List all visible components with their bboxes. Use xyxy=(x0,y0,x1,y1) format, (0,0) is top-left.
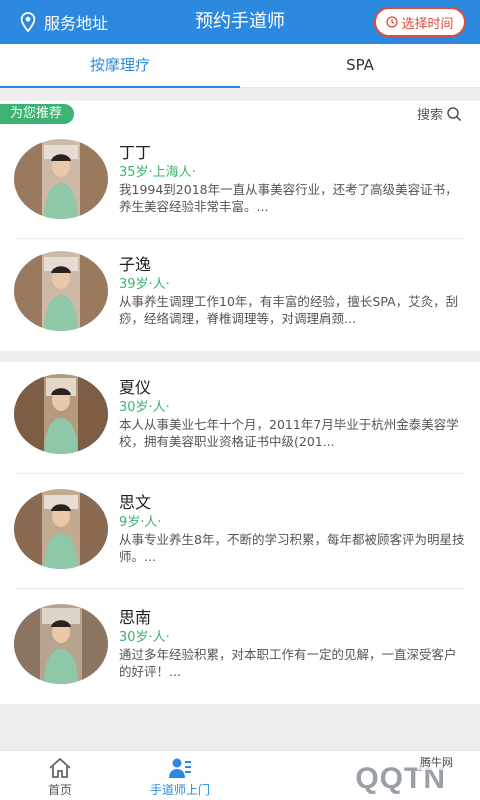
nav-home-label: 首页 xyxy=(47,783,72,797)
therapist-meta: 30岁·人· xyxy=(119,630,170,645)
tab-spa[interactable]: SPA xyxy=(240,44,480,87)
therapist-meta: 30岁·人· xyxy=(119,400,170,415)
clock-icon xyxy=(386,16,399,28)
therapist-desc: 通过多年经验积累，对本职工作有一定的见解，一直深受客户的好评！... xyxy=(119,647,457,679)
therapist-card[interactable]: 思文 9岁·人· 从事专业养生8年，不断的学习积累，每年都被顾客评为明星技师。.… xyxy=(0,477,480,589)
therapist-desc: 我1994到2018年一直从事美容行业，还考了高级美容证书，养生美容经验非常丰富… xyxy=(119,182,458,214)
divider-band xyxy=(0,351,480,362)
therapist-avatar xyxy=(14,139,108,219)
service-address-button[interactable]: 服务地址 xyxy=(20,0,108,44)
therapist-photo xyxy=(14,251,108,331)
therapist-name: 丁丁 xyxy=(119,143,152,162)
therapist-card[interactable]: 丁丁 35岁·上海人· 我1994到2018年一直从事美容行业，还考了高级美容证… xyxy=(0,127,480,239)
tab-massage[interactable]: 按摩理疗 xyxy=(0,44,240,88)
therapist-photo xyxy=(14,604,108,684)
therapist-avatar xyxy=(14,251,108,331)
select-time-button[interactable]: 选择时间 xyxy=(374,7,466,37)
therapist-card[interactable]: 夏仪 30岁·人· 本人从事美业七年十个月，2011年7月毕业于杭州金泰美容学校… xyxy=(0,362,480,474)
therapist-card[interactable]: 子逸 39岁·人· 从事养生调理工作10年，有丰富的经验，擅长SPA，艾灸，刮痧… xyxy=(0,239,480,351)
therapist-name: 思南 xyxy=(119,608,152,627)
therapist-desc: 从事专业养生8年，不断的学习积累，每年都被顾客评为明星技师。... xyxy=(119,532,465,564)
therapist-name: 思文 xyxy=(119,493,152,512)
therapist-desc: 从事养生调理工作10年，有丰富的经验，擅长SPA，艾灸，刮痧，经络调理，脊椎调理… xyxy=(119,294,459,326)
therapist-photo xyxy=(14,374,108,454)
search-label: 搜索 xyxy=(416,108,443,123)
therapist-avatar xyxy=(14,604,108,684)
therapist-name: 子逸 xyxy=(119,255,152,274)
location-pin-icon xyxy=(20,12,36,32)
home-icon xyxy=(49,757,71,778)
card-divider xyxy=(16,473,464,474)
therapist-photo xyxy=(14,489,108,569)
recommend-header: 为您推荐 搜索 xyxy=(0,101,480,127)
therapist-name: 夏仪 xyxy=(119,378,152,397)
therapist-icon xyxy=(169,758,191,778)
category-tabs: 按摩理疗 SPA xyxy=(0,44,480,88)
site-watermark: QQTN 腾牛网 xyxy=(264,748,474,800)
bottom-spacer xyxy=(0,704,480,750)
therapist-photo xyxy=(14,139,108,219)
select-time-label: 选择时间 xyxy=(401,16,454,32)
therapist-meta: 9岁·人· xyxy=(119,515,162,530)
nav-home[interactable]: 首页 xyxy=(0,751,120,800)
therapist-meta: 35岁·上海人· xyxy=(119,165,196,180)
card-divider xyxy=(16,588,464,589)
divider-band xyxy=(0,88,480,101)
therapist-desc: 本人从事美业七年十个月，2011年7月毕业于杭州金泰美容学校，拥有美容职业资格证… xyxy=(119,417,459,449)
search-icon xyxy=(447,106,462,121)
therapist-card[interactable]: 思南 30岁·人· 通过多年经验积累，对本职工作有一定的见解，一直深受客户的好评… xyxy=(0,592,480,704)
app-header: 服务地址 预约手道师 选择时间 xyxy=(0,0,480,44)
watermark-caption: 腾牛网 xyxy=(417,754,456,770)
nav-therapist[interactable]: 手道师上门 xyxy=(120,751,240,800)
service-address-label: 服务地址 xyxy=(44,14,109,33)
nav-therapist-label: 手道师上门 xyxy=(149,783,210,797)
therapist-avatar xyxy=(14,374,108,454)
therapist-avatar xyxy=(14,489,108,569)
search-button[interactable]: 搜索 xyxy=(417,104,462,123)
therapist-meta: 39岁·人· xyxy=(119,277,170,292)
recommend-badge: 为您推荐 xyxy=(0,104,75,124)
